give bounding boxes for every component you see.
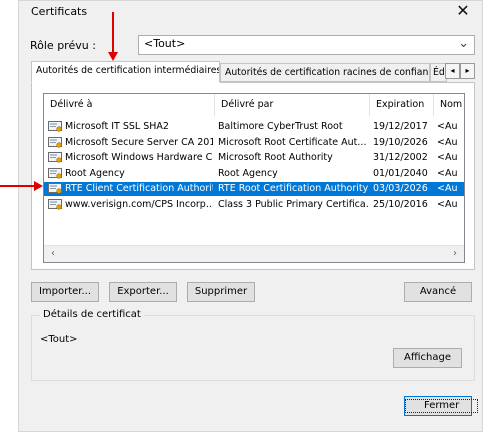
import-button[interactable]: Importer...: [31, 282, 99, 302]
role-select[interactable]: <Tout> ⌄: [138, 35, 475, 55]
cell-issued-by: Microsoft Root Authority: [218, 152, 333, 164]
cell-issued-by: Baltimore CyberTrust Root: [218, 121, 343, 132]
annotation-arrow-top-shaft: [112, 12, 114, 56]
cell-name: <Au: [437, 199, 458, 210]
cell-issued-by: Class 3 Public Primary Certifica...: [218, 199, 368, 210]
cell-expiration: 19/12/2017: [373, 121, 428, 132]
cell-name: <Au: [437, 136, 458, 148]
column-header-name[interactable]: Nom: [434, 94, 464, 116]
annotation-arrow-left-head: [34, 181, 43, 191]
export-button[interactable]: Exporter...: [109, 282, 177, 302]
certificate-details-title: Détails de certificat: [40, 309, 144, 320]
annotation-arrow-top-head: [108, 52, 118, 61]
certificate-icon: [48, 152, 62, 163]
certificates-dialog: Certificats ✕ Rôle prévu : <Tout> ⌄ Auto…: [18, 0, 483, 432]
column-header-issued-to[interactable]: Délivré à: [44, 94, 215, 116]
delete-button[interactable]: Supprimer: [187, 282, 255, 302]
column-header-issued-by[interactable]: Délivré par: [215, 94, 370, 116]
cell-issued-to: www.verisign.com/CPS Incorp....: [65, 199, 213, 210]
horizontal-scrollbar[interactable]: ‹ ›: [44, 245, 464, 262]
chevron-down-icon: ⌄: [458, 36, 469, 51]
tab-panel: Délivré à Délivré par Expiration Nom Mic…: [31, 82, 475, 270]
view-button[interactable]: Affichage: [393, 348, 462, 368]
certificate-icon: [48, 167, 62, 179]
certificate-list[interactable]: Délivré à Délivré par Expiration Nom Mic…: [43, 93, 465, 263]
scroll-left-icon[interactable]: ‹: [45, 247, 61, 261]
cell-issued-by: Root Agency: [218, 167, 278, 179]
cell-expiration: 01/01/2040: [373, 167, 428, 179]
close-button[interactable]: Fermer: [404, 396, 479, 416]
cell-expiration: 31/12/2002: [373, 152, 428, 164]
role-label: Rôle prévu :: [30, 39, 96, 52]
tab-scroll-left-icon[interactable]: ◂: [445, 63, 460, 79]
certificate-icon: [48, 183, 62, 194]
tab-bar: Autorités de certification intermédiaire…: [31, 61, 475, 83]
certificate-row[interactable]: www.verisign.com/CPS Incorp.... Class 3 P…: [44, 198, 464, 212]
scroll-right-icon[interactable]: ›: [447, 247, 463, 261]
annotation-arrow-left-shaft: [0, 185, 36, 187]
cell-issued-by: RTE Root Certification Authority: [218, 183, 368, 195]
column-header-expiration[interactable]: Expiration: [370, 94, 434, 116]
cell-name: <Au: [437, 167, 458, 179]
tab-trusted-root-authorities[interactable]: Autorités de certification racines de co…: [220, 63, 430, 82]
role-select-value: <Tout>: [144, 37, 186, 50]
advanced-button[interactable]: Avancé: [404, 282, 472, 302]
close-button-label: Fermer: [405, 399, 479, 413]
cell-name: <Au: [437, 121, 458, 132]
cell-expiration: 25/10/2016: [373, 199, 428, 210]
close-icon[interactable]: ✕: [452, 2, 474, 22]
certificate-row[interactable]: Root Agency Root Agency 01/01/2040 <Au: [44, 167, 464, 181]
certificate-row[interactable]: RTE Client Certification Authority RTE Ro…: [44, 182, 464, 197]
dialog-title: Certificats: [31, 5, 88, 18]
cell-issued-by: Microsoft Root Certificate Aut...: [218, 136, 367, 148]
certificate-row[interactable]: Microsoft Secure Server CA 2011 Microsoft…: [44, 136, 464, 150]
cell-expiration: 19/10/2026: [373, 136, 428, 148]
cell-name: <Au: [437, 152, 458, 164]
certificate-details-value: <Tout>: [40, 334, 78, 345]
cell-expiration: 03/03/2026: [373, 183, 428, 195]
cell-issued-to: Microsoft Secure Server CA 2011: [65, 136, 213, 148]
certificate-icon: [48, 199, 62, 210]
cell-issued-to: Microsoft Windows Hardware C...: [65, 152, 213, 164]
cell-issued-to: RTE Client Certification Authority: [65, 183, 213, 195]
certificate-icon: [48, 121, 62, 132]
cell-name: <Au: [437, 183, 458, 195]
tab-scroll-right-icon[interactable]: ▸: [460, 63, 475, 79]
tab-intermediate-authorities[interactable]: Autorités de certification intermédiaire…: [31, 61, 220, 83]
certificate-row[interactable]: Microsoft IT SSL SHA2 Baltimore CyberTrus…: [44, 120, 464, 134]
certificate-row[interactable]: Microsoft Windows Hardware C... Microsoft…: [44, 151, 464, 165]
cell-issued-to: Microsoft IT SSL SHA2: [65, 121, 169, 132]
cell-issued-to: Root Agency: [65, 167, 125, 179]
certificate-icon: [48, 136, 62, 148]
